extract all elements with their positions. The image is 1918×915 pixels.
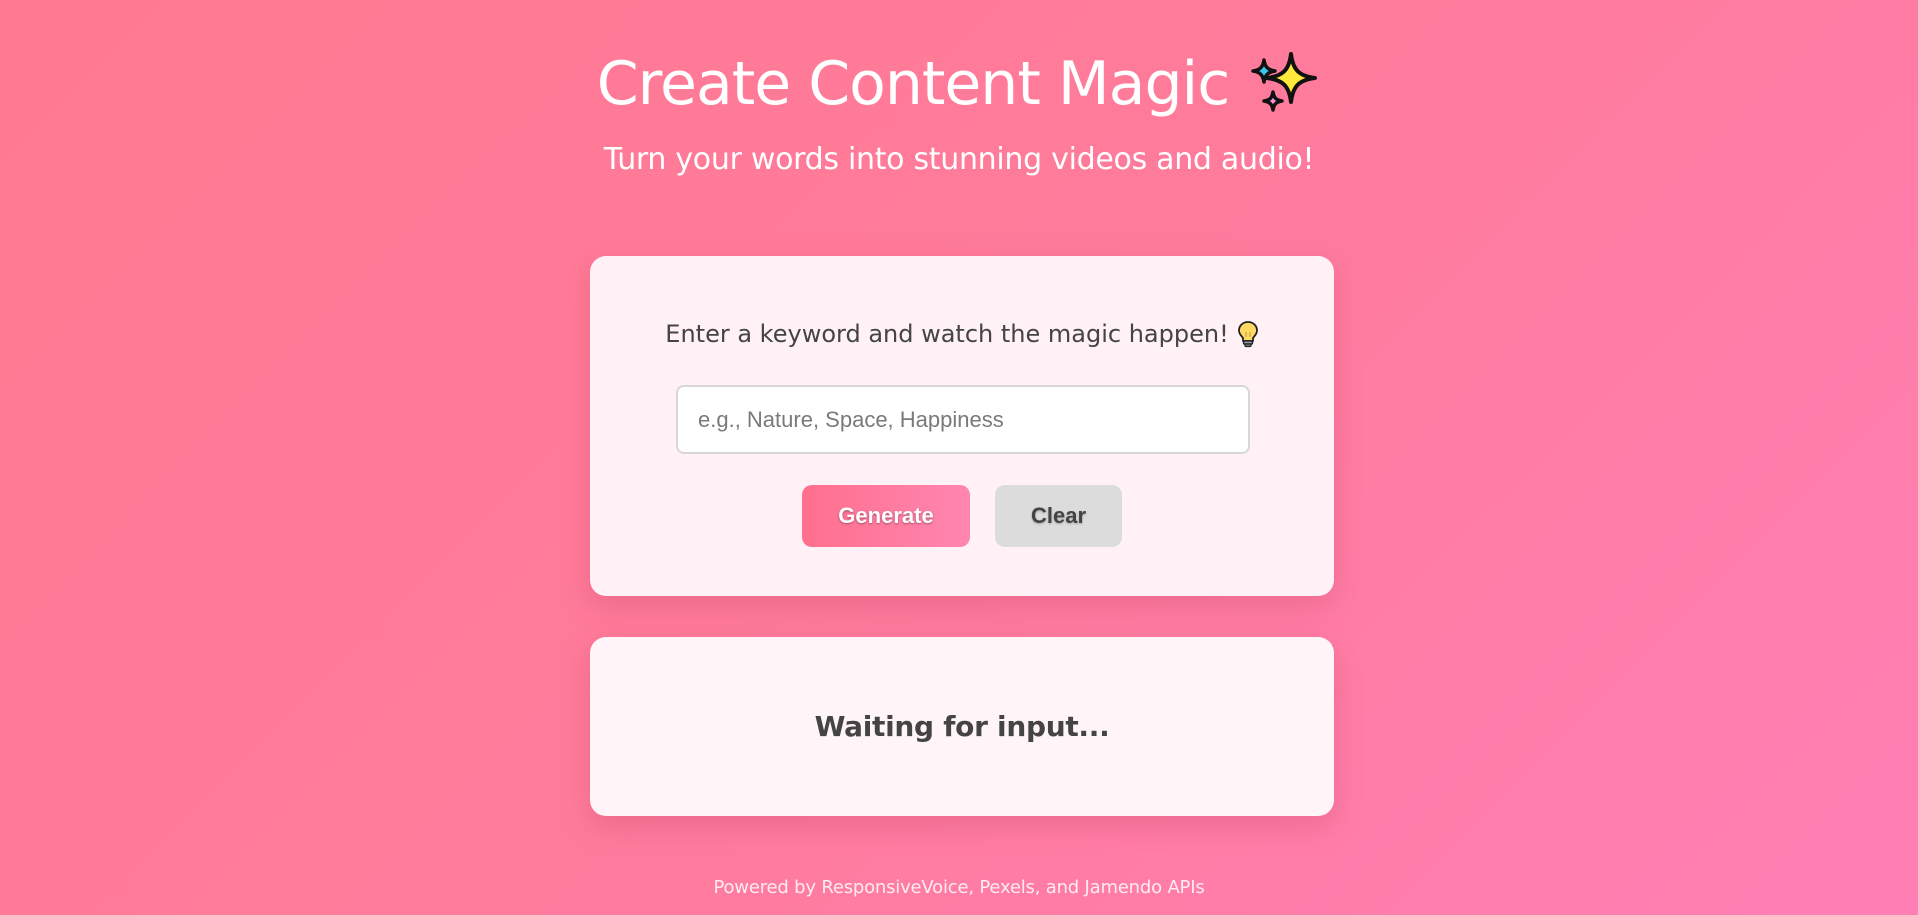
status-card: Waiting for input... <box>590 637 1334 816</box>
keyword-input[interactable] <box>676 385 1250 454</box>
keyword-prompt: Enter a keyword and watch the magic happ… <box>590 320 1334 348</box>
status-text: Waiting for input... <box>814 710 1110 743</box>
keyword-prompt-text: Enter a keyword and watch the magic happ… <box>665 320 1229 348</box>
footer-credits: Powered by ResponsiveVoice, Pexels, and … <box>713 877 1205 898</box>
keyword-card: Enter a keyword and watch the magic happ… <box>590 256 1334 596</box>
generate-button[interactable]: Generate <box>802 485 970 547</box>
page-title: Create Content Magic <box>597 44 1321 124</box>
page-title-text: Create Content Magic <box>596 49 1230 119</box>
clear-button[interactable]: Clear <box>995 485 1122 547</box>
page-header: Create Content Magic Turn your words int… <box>0 44 1918 177</box>
page-subtitle: Turn your words into stunning videos and… <box>603 142 1315 177</box>
light-bulb-icon <box>1237 321 1258 348</box>
sparkles-icon <box>1251 52 1318 112</box>
